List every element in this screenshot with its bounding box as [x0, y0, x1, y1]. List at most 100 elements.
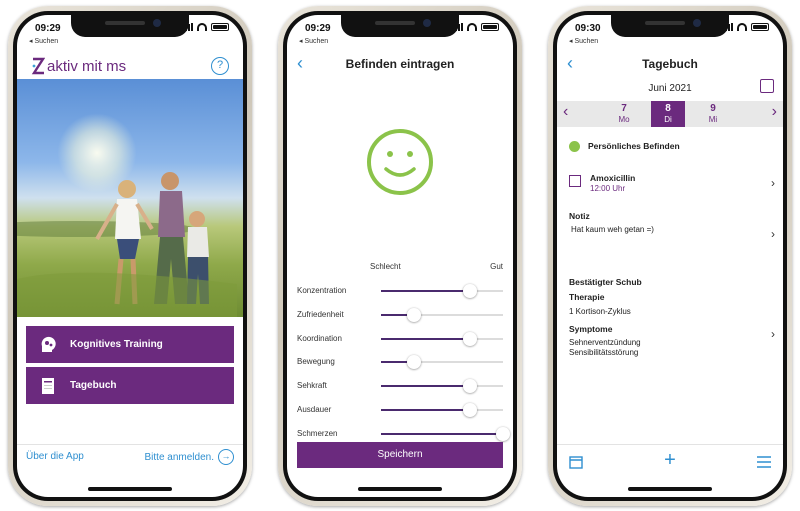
phone-frame-mood-entry: 09:29 ◂ Suchen ‹ Befinden eintragen Schl… — [278, 6, 522, 506]
status-time: 09:29 — [305, 23, 331, 34]
help-button[interactable]: ? — [211, 57, 229, 75]
slider-track[interactable] — [381, 355, 503, 370]
slider-thumb[interactable] — [463, 403, 478, 417]
day-7[interactable]: 7 Mo — [607, 101, 641, 127]
battery-icon — [211, 23, 229, 31]
slider-row: Koordination — [297, 331, 503, 346]
page-title: Tagebuch — [642, 57, 698, 71]
phone-frame-home: 09:29 ◂ Suchen aktiv mit ms ? Kognitives… — [8, 6, 252, 506]
chevron-right-icon: › — [771, 327, 775, 341]
slider-track[interactable] — [381, 403, 503, 417]
day-strip: ‹ 7 Mo 8 Di 9 Mi › — [557, 101, 783, 127]
wifi-icon — [467, 23, 477, 31]
slider-thumb[interactable] — [463, 284, 478, 298]
tabbar-divider — [557, 444, 783, 445]
save-button[interactable]: Speichern — [297, 442, 503, 468]
diary-button[interactable]: Tagebuch — [26, 367, 234, 404]
status-time: 09:30 — [575, 23, 601, 34]
logo-mark-icon — [31, 57, 45, 75]
day-9[interactable]: 9 Mi — [696, 101, 730, 127]
login-arrow-icon: → — [218, 449, 234, 465]
slider-fill — [381, 337, 471, 340]
relapse-section[interactable]: Bestätigter Schub Therapie 1 Kortison-Zy… — [569, 277, 775, 373]
month-label: Juni 2021 — [648, 83, 692, 94]
slider-label: Bewegung — [297, 357, 335, 367]
calendar-icon[interactable] — [760, 79, 774, 93]
slider-row: Sehkraft — [297, 378, 503, 394]
note-label: Notiz — [569, 211, 590, 221]
logo-text: aktiv mit ms — [47, 57, 127, 75]
diary-label: Tagebuch — [70, 380, 117, 391]
home-indicator — [88, 487, 172, 491]
wifi-icon — [197, 23, 207, 31]
therapy-label: Therapie — [569, 292, 605, 302]
slider-track[interactable] — [381, 426, 510, 441]
tab-bar: + — [557, 449, 783, 475]
slider-fill — [381, 432, 503, 435]
slider-label: Koordination — [297, 333, 342, 343]
slider-track[interactable] — [381, 331, 503, 346]
chevron-right-icon: › — [771, 227, 775, 241]
slider-row: Ausdauer — [297, 402, 503, 417]
note-row[interactable]: Notiz Hat kaum weh getan =) › — [569, 211, 775, 241]
status-time: 09:29 — [35, 23, 61, 34]
battery-icon — [481, 23, 499, 31]
battery-icon — [751, 23, 769, 31]
slider-label: Ausdauer — [297, 405, 332, 414]
slider-row: Bewegung — [297, 354, 503, 370]
slider-fill — [381, 385, 471, 388]
home-indicator — [628, 487, 712, 491]
slider-fill — [381, 409, 471, 411]
back-to-app-link[interactable]: ◂ Suchen — [29, 37, 58, 45]
slider-fill — [381, 290, 471, 292]
about-app-link[interactable]: Über die App — [26, 451, 84, 462]
slider-track[interactable] — [381, 307, 503, 322]
slider-thumb[interactable] — [463, 331, 478, 346]
back-to-app-link[interactable]: ◂ Suchen — [299, 37, 328, 45]
menu-icon[interactable] — [757, 456, 771, 468]
slider-row: Zufriedenheit — [297, 307, 503, 322]
calendar-tab-icon[interactable] — [569, 455, 583, 469]
medication-checkbox[interactable] — [569, 175, 581, 187]
mood-status-dot — [569, 141, 580, 153]
personal-mood-label: Persönliches Befinden — [588, 141, 680, 151]
personal-mood-row[interactable]: Persönliches Befinden — [569, 141, 775, 153]
footer-divider — [17, 444, 243, 445]
smiley-face-icon — [367, 129, 433, 195]
notebook-icon — [42, 377, 54, 394]
slider-thumb[interactable] — [406, 355, 421, 370]
scale-high-label: Gut — [490, 262, 503, 271]
scale-low-label: Schlecht — [370, 262, 401, 271]
cognitive-training-label: Kognitives Training — [70, 339, 163, 350]
symptoms-label: Symptome — [569, 324, 613, 334]
slider-row: Schmerzen — [297, 426, 510, 441]
diary-screen: 09:30 ◂ Suchen ‹ Tagebuch Juni 2021 ‹ 7M… — [557, 15, 783, 497]
day-8-selected[interactable]: 8 Di — [651, 101, 685, 127]
slider-thumb[interactable] — [496, 426, 510, 441]
phone-frame-diary: 09:30 ◂ Suchen ‹ Tagebuch Juni 2021 ‹ 7M… — [548, 6, 792, 506]
add-entry-icon[interactable]: + — [664, 449, 676, 472]
cognitive-training-button[interactable]: Kognitives Training — [26, 326, 234, 363]
slider-label: Sehkraft — [297, 381, 327, 391]
medication-row[interactable]: Amoxicillin 12:00 Uhr › — [569, 173, 775, 197]
mood-entry-screen: 09:29 ◂ Suchen ‹ Befinden eintragen Schl… — [287, 15, 513, 497]
page-title: Befinden eintragen — [345, 57, 455, 71]
previous-day-icon[interactable]: ‹ — [563, 103, 568, 121]
home-indicator — [358, 487, 442, 491]
wifi-icon — [737, 23, 747, 31]
note-text: Hat kaum weh getan =) — [571, 225, 654, 234]
chevron-right-icon: › — [771, 176, 775, 190]
medication-time: 12:00 Uhr — [590, 184, 626, 193]
back-to-app-link[interactable]: ◂ Suchen — [569, 37, 598, 45]
next-day-icon[interactable]: › — [772, 103, 777, 121]
hero-family-image — [17, 79, 243, 317]
login-link[interactable]: Bitte anmelden. → — [144, 449, 234, 465]
relapse-label: Bestätigter Schub — [569, 277, 642, 287]
brain-head-icon — [41, 336, 56, 352]
slider-thumb[interactable] — [463, 379, 478, 394]
slider-track[interactable] — [381, 379, 503, 394]
slider-thumb[interactable] — [406, 307, 421, 322]
symptom-item: Sensibilitätsstörung — [569, 348, 639, 357]
slider-track[interactable] — [381, 284, 503, 298]
login-label: Bitte anmelden. — [144, 451, 215, 463]
